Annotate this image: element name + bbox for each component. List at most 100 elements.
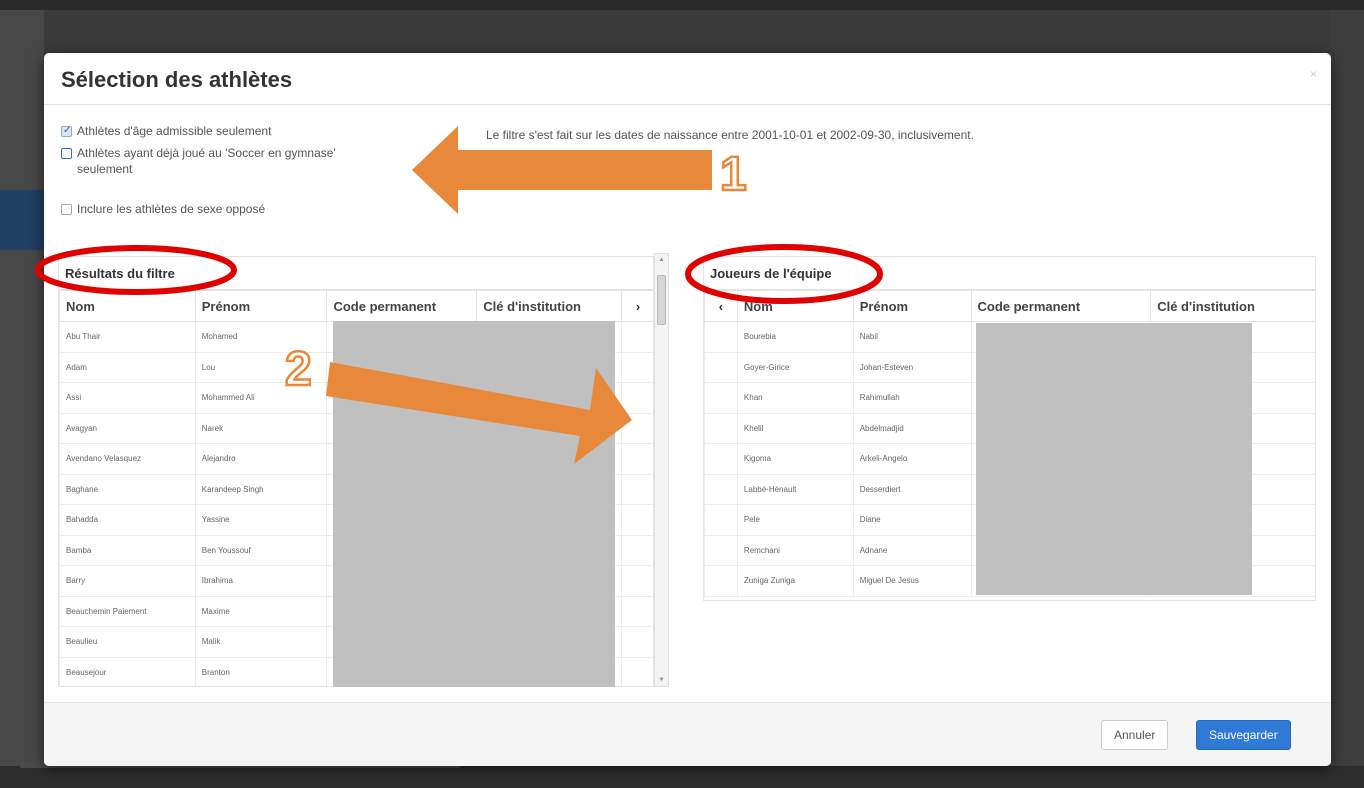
cell-prenom: Mohamed [194, 321, 328, 353]
nav-cell-empty [704, 504, 738, 536]
checkbox-opposite-sex[interactable] [61, 204, 72, 215]
filter-results-header-row: Nom Prénom Code permanent Clé d'institut… [59, 290, 653, 322]
page-backdrop-bottom [0, 766, 1364, 788]
filter-results-title: Résultats du filtre [59, 257, 653, 290]
redacted-area-left [333, 321, 615, 687]
cell-prenom: Ben Youssouf [194, 534, 328, 566]
cell-nom: Adam [59, 351, 196, 383]
filter-opposite-sex[interactable]: Inclure les athlètes de sexe opposé [61, 201, 265, 217]
cell-prenom: Rahimullah [852, 382, 972, 414]
nav-cell-empty [621, 626, 653, 658]
filter-already-played[interactable]: Athlètes ayant déjà joué au 'Soccer en g… [61, 145, 336, 177]
column-header-code-permanent[interactable]: Code permanent [326, 290, 478, 322]
modal-footer: Annuler Sauvegarder [44, 702, 1331, 766]
close-icon[interactable]: × [1310, 67, 1317, 81]
column-header-cle-institution[interactable]: Clé d'institution [476, 290, 623, 322]
checkbox-already-played[interactable] [61, 148, 72, 159]
page-backdrop-top [0, 0, 1364, 10]
checkbox-eligible-age[interactable] [61, 123, 72, 139]
filter-already-played-label: Athlètes ayant déjà joué au 'Soccer en g… [77, 145, 336, 177]
chevron-left-icon[interactable]: ‹ [704, 290, 738, 322]
nav-cell-empty [704, 534, 738, 566]
cell-nom: Beauchemin Paiement [59, 595, 196, 627]
column-header-prenom[interactable]: Prénom [194, 290, 328, 322]
scroll-thumb[interactable] [657, 275, 666, 325]
cell-prenom: Arkeli-Angelo [852, 443, 972, 475]
column-header-nom[interactable]: Nom [59, 290, 196, 322]
cell-nom: Bamba [59, 534, 196, 566]
cell-prenom: Nabil [852, 321, 972, 353]
cell-nom: Abu Thair [59, 321, 196, 353]
cell-prenom: Abdelmadjid [852, 412, 972, 444]
column-header-nom[interactable]: Nom [736, 290, 854, 322]
filter-info: Le filtre s'est fait sur les dates de na… [486, 128, 974, 142]
cell-nom: Khan [736, 382, 854, 414]
redacted-area-right [976, 323, 1252, 595]
cell-nom: Avagyan [59, 412, 196, 444]
athlete-selection-modal: Sélection des athlètes × Athlètes d'âge … [44, 53, 1331, 766]
cell-nom: Goyer-Girice [736, 351, 854, 383]
nav-cell-empty [621, 595, 653, 627]
cell-prenom: Ibrahima [194, 565, 328, 597]
filter-opposite-sex-label: Inclure les athlètes de sexe opposé [77, 202, 266, 216]
nav-cell-empty [621, 504, 653, 536]
cell-prenom: Mohammed Ali [194, 382, 328, 414]
nav-cell-empty [704, 351, 738, 383]
scroll-down-icon[interactable]: ▼ [655, 674, 668, 686]
cancel-button[interactable]: Annuler [1101, 720, 1169, 750]
cell-nom: Bahadda [59, 504, 196, 536]
nav-cell-empty [621, 473, 653, 505]
team-players-header-row: ‹ Nom Prénom Code permanent Clé d'instit… [704, 290, 1315, 322]
page-backdrop-nav [0, 190, 44, 250]
team-players-title: Joueurs de l'équipe [704, 257, 1315, 290]
nav-cell-empty [621, 321, 653, 353]
move-right-glyph: › [635, 298, 641, 314]
column-header-prenom[interactable]: Prénom [852, 290, 972, 322]
cell-prenom: Desserdiert [852, 473, 972, 505]
cell-nom: Labbé-Hénault [736, 473, 854, 505]
page-backdrop-left [0, 10, 44, 788]
cell-prenom: Johan-Esteven [852, 351, 972, 383]
nav-cell-empty [704, 321, 738, 353]
nav-cell-empty [621, 443, 653, 475]
save-button[interactable]: Sauvegarder [1196, 720, 1291, 750]
nav-cell-empty [621, 656, 653, 686]
nav-cell-empty [704, 412, 738, 444]
nav-cell-empty [704, 443, 738, 475]
cell-nom: Khelil [736, 412, 854, 444]
cell-prenom: Diane [852, 504, 972, 536]
filter-already-played-text: Athlètes ayant déjà joué au 'Soccer en g… [77, 146, 336, 160]
cell-nom: Baghane [59, 473, 196, 505]
cell-prenom: Branton [194, 656, 328, 686]
cell-prenom: Maxime [194, 595, 328, 627]
nav-cell-empty [621, 565, 653, 597]
scroll-up-icon[interactable]: ▲ [655, 254, 668, 266]
cell-nom: Beaulieu [59, 626, 196, 658]
nav-cell-empty [704, 382, 738, 414]
cell-prenom: Alejandro [194, 443, 328, 475]
cell-nom: Avendano Velasquez [59, 443, 196, 475]
column-header-cle-institution[interactable]: Clé d'institution [1150, 290, 1315, 322]
cell-nom: Bourebia [736, 321, 854, 353]
cell-prenom: Lou [194, 351, 328, 383]
cell-prenom: Adnane [852, 534, 972, 566]
cell-nom: Barry [59, 565, 196, 597]
nav-cell-empty [704, 565, 738, 597]
cell-prenom: Miguel De Jesus [852, 565, 972, 597]
cell-nom: Beausejour [59, 656, 196, 686]
filter-results-scrollbar[interactable]: ▲ ▼ [654, 253, 669, 687]
filter-eligible-age-label: Athlètes d'âge admissible seulement [77, 124, 272, 138]
chevron-right-icon[interactable]: › [621, 290, 653, 322]
cell-prenom: Karandeep Singh [194, 473, 328, 505]
cell-prenom: Yassine [194, 504, 328, 536]
cell-nom: Zuniga Zuniga [736, 565, 854, 597]
nav-cell-empty [621, 382, 653, 414]
modal-header: Sélection des athlètes × [44, 53, 1331, 105]
cell-nom: Assi [59, 382, 196, 414]
page-backdrop-right [1330, 10, 1364, 788]
nav-cell-empty [704, 473, 738, 505]
filter-already-played-text-cont: seulement [77, 162, 133, 176]
cell-nom: Pele [736, 504, 854, 536]
filter-eligible-age[interactable]: Athlètes d'âge admissible seulement [61, 123, 271, 139]
column-header-code-permanent[interactable]: Code permanent [970, 290, 1152, 322]
